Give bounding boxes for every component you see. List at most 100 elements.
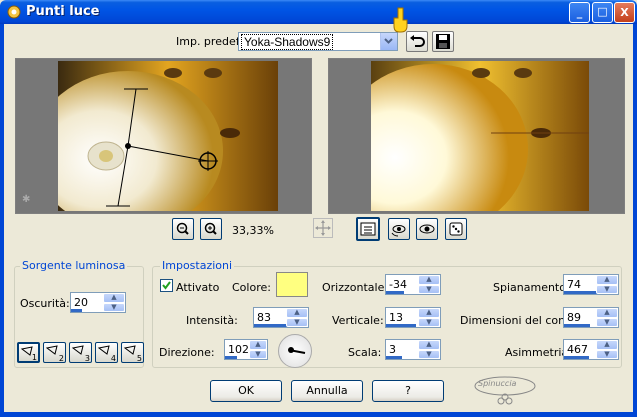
spin-down-icon[interactable]: ▼ (596, 317, 618, 327)
direction-needle-icon (288, 347, 306, 354)
direction-value: 102 (228, 343, 249, 356)
light-4-button[interactable]: 4 (95, 342, 118, 363)
light-2-button[interactable]: 2 (43, 342, 66, 363)
horizontal-level-bar (386, 291, 404, 294)
maximize-button[interactable]: □ (592, 2, 613, 23)
darkness-label: Oscurità: (20, 297, 70, 310)
zoom-in-icon (204, 222, 217, 235)
scale-value: 3 (389, 343, 396, 356)
zoom-out-icon (176, 222, 189, 235)
asterisk-icon: ✱ (22, 194, 31, 205)
eye-icon (419, 224, 435, 234)
asymmetry-spinbox[interactable]: 467 ▲ ▼ (563, 339, 619, 360)
spin-down-icon[interactable]: ▼ (596, 349, 618, 359)
scale-spinbox[interactable]: 3 ▲ ▼ (385, 339, 441, 360)
direction-label: Direzione: (159, 346, 215, 359)
show-preview-toggle-button[interactable] (356, 217, 380, 241)
spin-down-icon[interactable]: ▼ (286, 317, 308, 327)
light-4-number: 4 (110, 354, 116, 363)
direction-dial[interactable] (278, 334, 312, 368)
color-swatch[interactable] (276, 272, 308, 297)
smoothing-spinbox[interactable]: 74 ▲ ▼ (563, 274, 619, 295)
preset-dropdown[interactable]: Yoka-Shadows9 (238, 32, 398, 51)
spin-down-icon[interactable]: ▼ (103, 302, 125, 312)
reset-preset-button[interactable] (406, 31, 428, 52)
undo-arrow-icon (410, 35, 425, 47)
pointing-hand-icon (393, 7, 408, 33)
app-icon (7, 5, 21, 19)
vertical-spinbox[interactable]: 13 ▲ ▼ (385, 307, 441, 328)
spin-down-icon[interactable]: ▼ (418, 349, 440, 359)
scale-label: Scala: (348, 346, 382, 359)
help-button[interactable]: ? (372, 380, 444, 402)
spin-up-icon[interactable]: ▲ (418, 308, 440, 318)
asymmetry-label: Asimmetria: (505, 346, 572, 359)
preset-label: Imp. predef.: (176, 35, 246, 48)
spin-up-icon[interactable]: ▲ (286, 308, 308, 318)
intensity-spinbox[interactable]: 83 ▲ ▼ (253, 307, 309, 328)
window-title: Punti luce (26, 4, 100, 19)
enabled-checkbox[interactable] (160, 279, 173, 292)
spin-up-icon[interactable]: ▲ (418, 340, 440, 350)
enabled-label: Attivato (176, 281, 220, 294)
light-1-number: 1 (31, 353, 37, 362)
dice-icon (449, 222, 463, 236)
light-3-button[interactable]: 3 (69, 342, 92, 363)
light-1-button[interactable]: 1 (17, 342, 40, 363)
horizontal-value: -34 (389, 278, 407, 291)
randomize-button[interactable] (445, 218, 467, 240)
intensity-label: Intensità: (186, 314, 238, 327)
direction-spinbox[interactable]: 102 ▲ ▼ (224, 339, 268, 360)
spin-down-icon[interactable]: ▼ (418, 317, 440, 327)
spin-down-icon[interactable]: ▼ (418, 284, 440, 294)
preview-after[interactable] (328, 58, 625, 214)
cone-size-level-bar (564, 324, 591, 327)
minimize-button[interactable]: _ (569, 2, 590, 23)
light-3-number: 3 (84, 354, 90, 363)
cancel-button[interactable]: Annulla (291, 380, 363, 402)
window-frame-right (633, 24, 637, 417)
darkness-spinbox[interactable]: 20 ▲ ▼ (70, 292, 126, 313)
spin-up-icon[interactable]: ▲ (249, 340, 267, 350)
smoothing-label: Spianamento: (493, 281, 570, 294)
window-frame-bottom (0, 412, 637, 417)
pan-icon[interactable] (313, 218, 333, 238)
direction-level-bar (225, 356, 237, 359)
darkness-value: 20 (74, 296, 88, 309)
window-frame-left (0, 24, 4, 417)
save-preset-button[interactable] (432, 31, 454, 52)
vertical-value: 13 (389, 311, 403, 324)
scale-level-bar (386, 356, 403, 359)
eye-refresh-icon (391, 225, 406, 237)
asymmetry-value: 467 (567, 343, 588, 356)
darkness-level-bar (71, 309, 82, 312)
preview-image-original (58, 61, 278, 211)
list-view-icon (360, 222, 376, 236)
zoom-in-button[interactable] (200, 218, 222, 240)
vertical-label: Verticale: (332, 314, 384, 327)
checkmark-icon (162, 281, 171, 290)
close-button[interactable]: X (614, 2, 635, 23)
light-5-button[interactable]: 5 (121, 342, 144, 363)
spin-down-icon[interactable]: ▼ (596, 284, 618, 294)
auto-proof-button[interactable] (416, 218, 438, 240)
spin-up-icon[interactable]: ▲ (418, 275, 440, 285)
zoom-out-button[interactable] (172, 218, 194, 240)
cone-size-spinbox[interactable]: 89 ▲ ▼ (563, 307, 619, 328)
spin-down-icon[interactable]: ▼ (249, 349, 267, 359)
horizontal-label: Orizzontale: (322, 281, 389, 294)
light-2-number: 2 (58, 354, 64, 363)
light-5-number: 5 (136, 354, 142, 363)
preview-before[interactable]: ✱ (15, 58, 312, 214)
chevron-down-icon[interactable] (380, 33, 397, 50)
ok-button[interactable]: OK (210, 380, 282, 402)
settings-group-label: Impostazioni (160, 259, 235, 272)
spin-up-icon[interactable]: ▲ (596, 275, 618, 285)
spin-up-icon[interactable]: ▲ (103, 293, 125, 303)
spin-up-icon[interactable]: ▲ (596, 308, 618, 318)
proof-button[interactable] (388, 218, 410, 240)
spin-up-icon[interactable]: ▲ (596, 340, 618, 350)
floppy-disk-icon (436, 34, 450, 49)
horizontal-spinbox[interactable]: -34 ▲ ▼ (385, 274, 441, 295)
watermark-text: Spinuccia (478, 379, 517, 388)
